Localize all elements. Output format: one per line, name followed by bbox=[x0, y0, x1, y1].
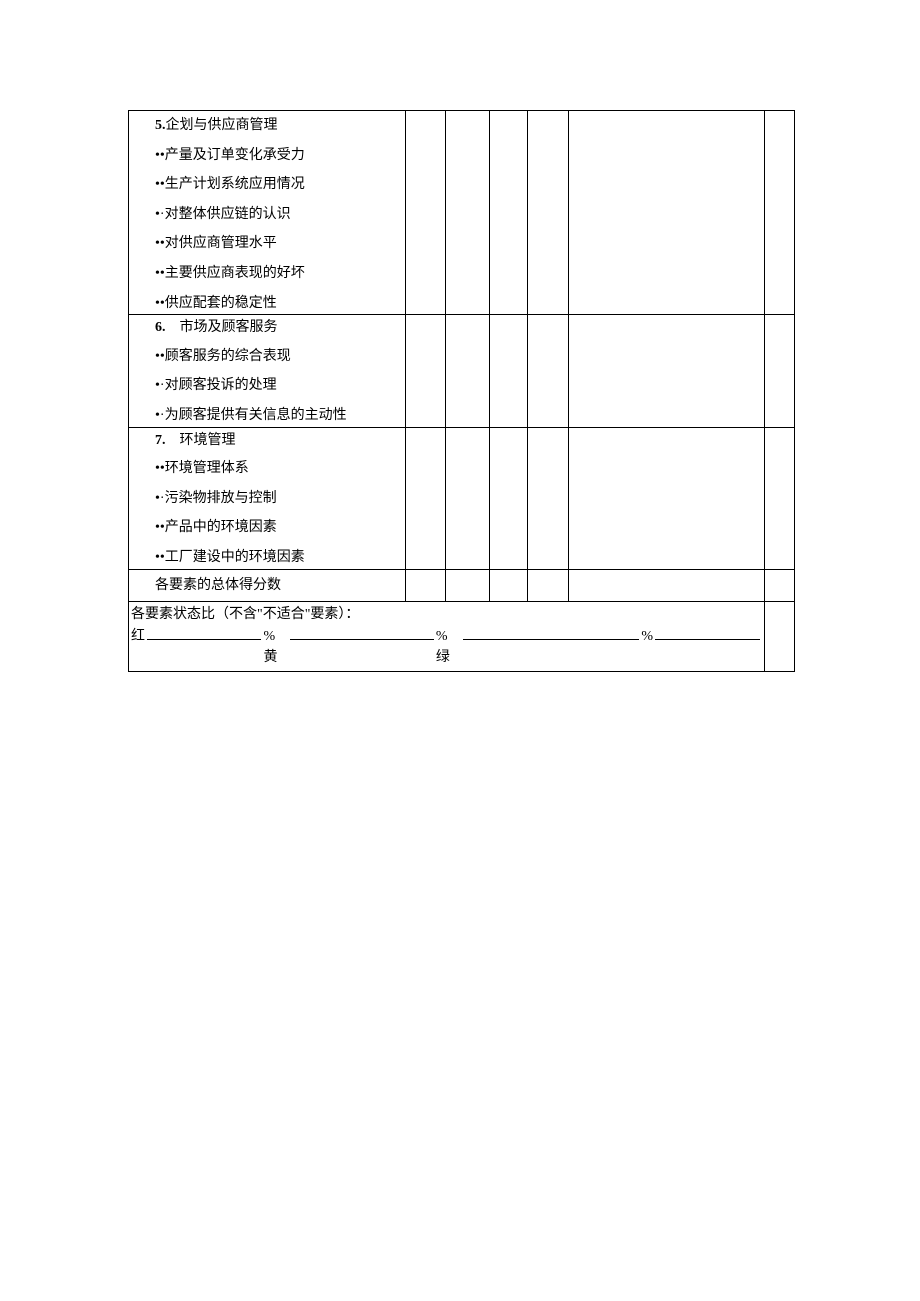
yellow-blank bbox=[290, 625, 434, 640]
section-6-number: 6. bbox=[155, 320, 166, 335]
section-6-cell: 6. 市场及顾客服务 ••顾客服务的综合表现 •·对顾客投诉的处理 •·为顾客提供… bbox=[129, 315, 406, 427]
trailing-blank bbox=[655, 625, 760, 640]
green-label: %绿 bbox=[436, 626, 461, 668]
list-item: •·对顾客投诉的处理 bbox=[129, 371, 405, 401]
list-item: ••产量及订单变化承受力 bbox=[129, 141, 405, 171]
section-5-cell: 5.企划与供应商管理 ••产量及订单变化承受力 ••生产计划系统应用情况 •·对… bbox=[129, 111, 406, 315]
list-item: ••产品中的环境因素 bbox=[129, 513, 405, 543]
score-cell bbox=[490, 111, 528, 315]
list-item: •·污染物排放与控制 bbox=[129, 484, 405, 514]
section-5-title: 企划与供应商管理 bbox=[166, 118, 278, 133]
section-7-cell: 7. 环境管理 ••环境管理体系 •·污染物排放与控制 ••产品中的环境因素 ••… bbox=[129, 427, 406, 569]
score-cell bbox=[568, 569, 764, 602]
table-row: 各要素的总体得分数 bbox=[129, 569, 795, 602]
section-5-number: 5. bbox=[155, 118, 166, 133]
score-cell bbox=[405, 111, 445, 315]
score-cell bbox=[405, 569, 445, 602]
list-item: •·为顾客提供有关信息的主动性 bbox=[129, 401, 405, 427]
table-row: 5.企划与供应商管理 ••产量及订单变化承受力 ••生产计划系统应用情况 •·对… bbox=[129, 111, 795, 315]
score-cell bbox=[568, 111, 764, 315]
score-cell bbox=[445, 427, 489, 569]
score-cell bbox=[764, 111, 794, 315]
score-cell bbox=[528, 315, 568, 427]
section-7-title: 环境管理 bbox=[180, 433, 236, 448]
ratio-title: 各要素状态比（不含"不适合"要素）： bbox=[131, 604, 762, 625]
list-item: ••对供应商管理水平 bbox=[129, 229, 405, 259]
totals-label: 各要素的总体得分数 bbox=[129, 570, 405, 602]
red-label: 红 bbox=[131, 626, 145, 647]
section-6-title: 市场及顾客服务 bbox=[180, 320, 278, 335]
score-cell bbox=[528, 111, 568, 315]
pct-end: % bbox=[641, 626, 653, 647]
score-cell bbox=[445, 111, 489, 315]
score-cell bbox=[528, 569, 568, 602]
score-cell bbox=[764, 569, 794, 602]
evaluation-table: 5.企划与供应商管理 ••产量及订单变化承受力 ••生产计划系统应用情况 •·对… bbox=[128, 110, 795, 672]
list-item: ••顾客服务的综合表现 bbox=[129, 342, 405, 372]
list-item: ••生产计划系统应用情况 bbox=[129, 170, 405, 200]
score-cell bbox=[405, 315, 445, 427]
score-cell bbox=[764, 427, 794, 569]
table-row: 各要素状态比（不含"不适合"要素）： 红 %黄 %绿 % bbox=[129, 602, 795, 672]
table-row: 7. 环境管理 ••环境管理体系 •·污染物排放与控制 ••产品中的环境因素 ••… bbox=[129, 427, 795, 569]
section-7-number: 7. bbox=[155, 433, 166, 448]
score-cell bbox=[445, 315, 489, 427]
score-cell bbox=[490, 427, 528, 569]
red-blank bbox=[147, 625, 261, 640]
list-item: ••环境管理体系 bbox=[129, 454, 405, 484]
score-cell bbox=[764, 315, 794, 427]
ratio-cell: 各要素状态比（不含"不适合"要素）： 红 %黄 %绿 % bbox=[129, 602, 765, 672]
green-blank bbox=[463, 625, 640, 640]
score-cell bbox=[528, 427, 568, 569]
score-cell bbox=[490, 315, 528, 427]
totals-label-cell: 各要素的总体得分数 bbox=[129, 569, 406, 602]
score-cell bbox=[764, 602, 794, 672]
score-cell bbox=[405, 427, 445, 569]
table-row: 6. 市场及顾客服务 ••顾客服务的综合表现 •·对顾客投诉的处理 •·为顾客提供… bbox=[129, 315, 795, 427]
list-item: ••主要供应商表现的好坏 bbox=[129, 259, 405, 289]
list-item: •·对整体供应链的认识 bbox=[129, 200, 405, 230]
score-cell bbox=[568, 427, 764, 569]
list-item: ••供应配套的稳定性 bbox=[129, 289, 405, 315]
yellow-label: %黄 bbox=[263, 626, 288, 668]
score-cell bbox=[490, 569, 528, 602]
score-cell bbox=[568, 315, 764, 427]
list-item: ••工厂建设中的环境因素 bbox=[129, 543, 405, 569]
score-cell bbox=[445, 569, 489, 602]
